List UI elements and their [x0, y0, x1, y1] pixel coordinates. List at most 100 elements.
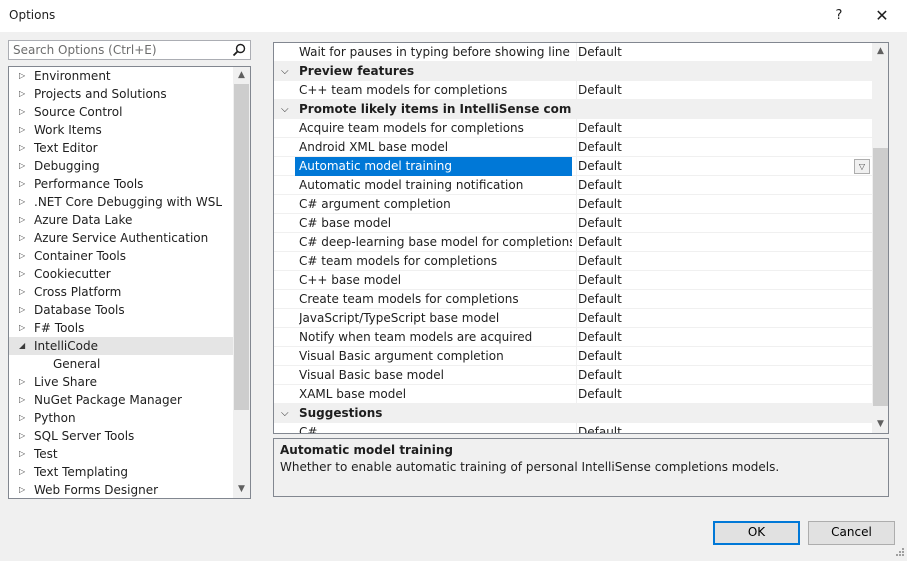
grid-scroll-thumb[interactable] — [873, 148, 888, 406]
tree-item[interactable]: ▷ Debugging — [9, 157, 233, 175]
tree-item[interactable]: ▷ Source Control — [9, 103, 233, 121]
property-row[interactable]: C++ team models for completions Default — [274, 81, 872, 100]
collapsed-arrow-icon[interactable]: ▷ — [19, 265, 29, 283]
property-value[interactable]: Default — [576, 119, 854, 138]
ok-button[interactable]: OK — [713, 521, 800, 545]
category-collapse-icon[interactable]: ⌵ — [281, 100, 293, 119]
property-row[interactable]: JavaScript/TypeScript base model Default — [274, 309, 872, 328]
tree-item[interactable]: ▷ SQL Server Tools — [9, 427, 233, 445]
collapsed-arrow-icon[interactable]: ▷ — [19, 193, 29, 211]
category-collapse-icon[interactable]: ⌵ — [281, 62, 293, 81]
expanded-arrow-icon[interactable]: ◢ — [19, 337, 29, 355]
property-value[interactable]: Default — [576, 233, 854, 252]
property-row[interactable]: C# deep-learning base model for completi… — [274, 233, 872, 252]
property-row[interactable]: Notify when team models are acquired Defa… — [274, 328, 872, 347]
collapsed-arrow-icon[interactable]: ▷ — [19, 85, 29, 103]
tree-item[interactable]: ▷ Web Forms Designer — [9, 481, 233, 498]
collapsed-arrow-icon[interactable]: ▷ — [19, 139, 29, 157]
property-value[interactable]: Default — [576, 81, 854, 100]
property-row[interactable]: XAML base model Default — [274, 385, 872, 404]
tree-item[interactable]: ▷ Container Tools — [9, 247, 233, 265]
collapsed-arrow-icon[interactable]: ▷ — [19, 445, 29, 463]
property-name[interactable]: C# base model — [299, 214, 572, 233]
property-row[interactable]: C++ base model Default — [274, 271, 872, 290]
tree-item[interactable]: ▷ Azure Data Lake — [9, 211, 233, 229]
property-value[interactable]: Default — [576, 423, 854, 433]
property-row[interactable]: C# argument completion Default — [274, 195, 872, 214]
property-value[interactable]: Default — [576, 366, 854, 385]
tree-item[interactable]: ▷ Test — [9, 445, 233, 463]
help-button[interactable]: ? — [829, 4, 849, 28]
property-row[interactable]: C# base model Default — [274, 214, 872, 233]
search-input[interactable] — [9, 41, 229, 59]
grid-scrollbar[interactable]: ▲ ▼ — [872, 43, 888, 433]
collapsed-arrow-icon[interactable]: ▷ — [19, 283, 29, 301]
category-row[interactable]: ⌵ Preview features — [274, 62, 872, 81]
tree-item[interactable]: ▷ Database Tools — [9, 301, 233, 319]
property-value[interactable]: Default — [576, 214, 854, 233]
property-row[interactable]: Create team models for completions Defaul… — [274, 290, 872, 309]
property-value[interactable]: Default — [576, 176, 854, 195]
collapsed-arrow-icon[interactable]: ▷ — [19, 301, 29, 319]
collapsed-arrow-icon[interactable]: ▷ — [19, 211, 29, 229]
collapsed-arrow-icon[interactable]: ▷ — [19, 121, 29, 139]
collapsed-arrow-icon[interactable]: ▷ — [19, 157, 29, 175]
property-row[interactable]: Visual Basic base model Default — [274, 366, 872, 385]
tree-item[interactable]: ▷ Cookiecutter — [9, 265, 233, 283]
collapsed-arrow-icon[interactable]: ▷ — [19, 67, 29, 85]
property-name[interactable]: Visual Basic base model — [299, 366, 572, 385]
collapsed-arrow-icon[interactable]: ▷ — [19, 427, 29, 445]
property-name[interactable]: Wait for pauses in typing before showing… — [299, 43, 572, 62]
scroll-down-icon[interactable]: ▼ — [872, 416, 888, 433]
collapsed-arrow-icon[interactable]: ▷ — [19, 319, 29, 337]
tree-item[interactable]: ▷ Text Templating — [9, 463, 233, 481]
property-row[interactable]: C# team models for completions Default — [274, 252, 872, 271]
tree-item[interactable]: ▷ Work Items — [9, 121, 233, 139]
chevron-down-icon[interactable]: ▽ — [854, 159, 870, 174]
scroll-up-icon[interactable]: ▲ — [233, 67, 250, 84]
property-row[interactable]: Wait for pauses in typing before showing… — [274, 43, 872, 62]
tree-item[interactable]: ▷ F# Tools — [9, 319, 233, 337]
tree-item[interactable]: ▷ Live Share — [9, 373, 233, 391]
tree-item[interactable]: ▷ Projects and Solutions — [9, 85, 233, 103]
property-row[interactable]: C# Default — [274, 423, 872, 433]
property-value[interactable]: Default — [576, 385, 854, 404]
tree-scroll-thumb[interactable] — [234, 84, 249, 410]
options-tree[interactable]: ▷ Environment ▷ Projects and Solutions ▷ Sour… — [8, 66, 251, 499]
cancel-button[interactable]: Cancel — [808, 521, 895, 545]
property-name[interactable]: C# — [299, 423, 572, 433]
property-row[interactable]: Android XML base model Default — [274, 138, 872, 157]
property-grid[interactable]: Wait for pauses in typing before showing… — [273, 42, 889, 434]
property-name[interactable]: JavaScript/TypeScript base model — [299, 309, 572, 328]
tree-item[interactable]: ▷ Performance Tools — [9, 175, 233, 193]
tree-item[interactable]: ◢ IntelliCode — [9, 337, 233, 355]
property-name[interactable]: C++ team models for completions — [299, 81, 572, 100]
collapsed-arrow-icon[interactable]: ▷ — [19, 391, 29, 409]
property-name[interactable]: Acquire team models for completions — [299, 119, 572, 138]
collapsed-arrow-icon[interactable]: ▷ — [19, 247, 29, 265]
property-name[interactable]: Notify when team models are acquired — [299, 328, 572, 347]
category-collapse-icon[interactable]: ⌵ — [281, 404, 293, 423]
property-value[interactable]: Default — [576, 138, 854, 157]
resize-grip-icon[interactable] — [893, 547, 905, 559]
property-value[interactable]: Default — [576, 252, 854, 271]
property-name[interactable]: Automatic model training notification — [299, 176, 572, 195]
property-name[interactable]: C# team models for completions — [299, 252, 572, 271]
collapsed-arrow-icon[interactable]: ▷ — [19, 409, 29, 427]
property-name[interactable]: C# deep-learning base model for completi… — [299, 233, 572, 252]
collapsed-arrow-icon[interactable]: ▷ — [19, 481, 29, 498]
collapsed-arrow-icon[interactable]: ▷ — [19, 103, 29, 121]
property-value[interactable]: Default — [576, 271, 854, 290]
property-row[interactable]: Visual Basic argument completion Default — [274, 347, 872, 366]
collapsed-arrow-icon[interactable]: ▷ — [19, 373, 29, 391]
tree-item[interactable]: General — [9, 355, 233, 373]
property-value[interactable]: Default — [576, 347, 854, 366]
property-name[interactable]: Android XML base model — [299, 138, 572, 157]
property-row[interactable]: Automatic model training notification Def… — [274, 176, 872, 195]
tree-item[interactable]: ▷ Environment — [9, 67, 233, 85]
property-name[interactable]: C# argument completion — [299, 195, 572, 214]
property-row[interactable]: Acquire team models for completions Defau… — [274, 119, 872, 138]
tree-item[interactable]: ▷ Text Editor — [9, 139, 233, 157]
category-row[interactable]: ⌵ Promote likely items in IntelliSense co… — [274, 100, 872, 119]
search-box[interactable] — [8, 40, 251, 60]
